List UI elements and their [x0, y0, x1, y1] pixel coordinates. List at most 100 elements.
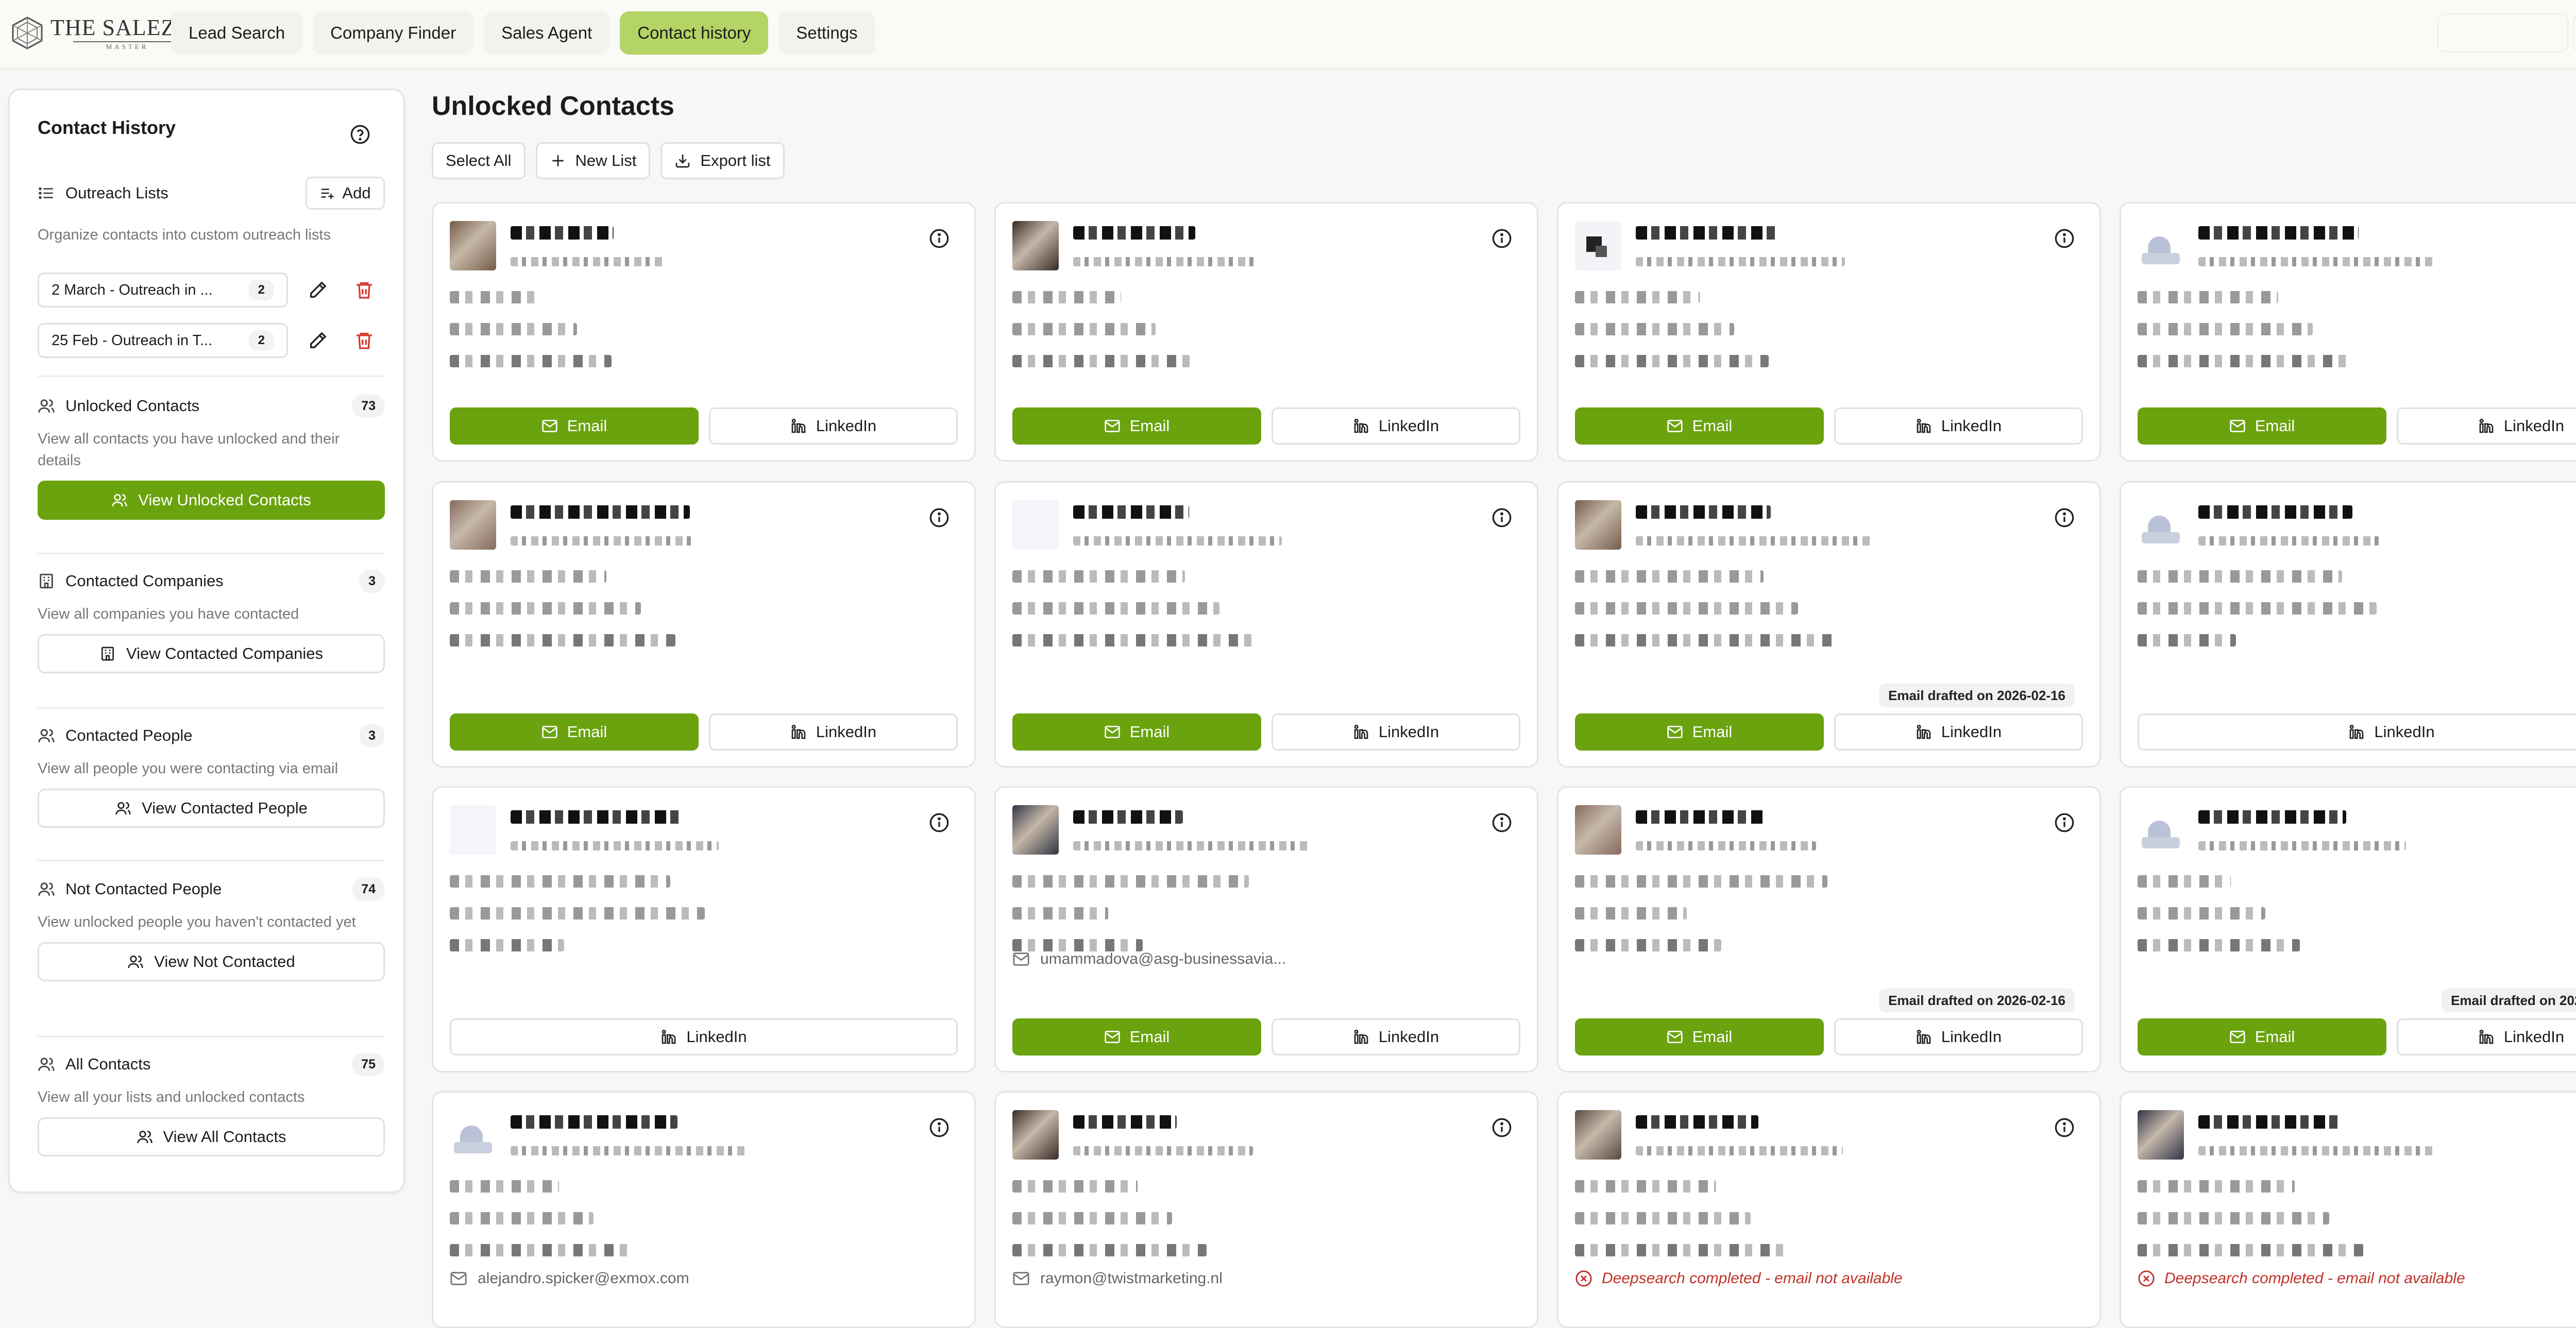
linkedin-button[interactable]: LinkedIn [1834, 407, 2083, 445]
users-icon [38, 882, 55, 896]
card-actions: Email LinkedIn [1012, 407, 1520, 445]
header-icon-button[interactable] [2573, 13, 2576, 53]
nav-sales-agent[interactable]: Sales Agent [484, 11, 610, 55]
email-button[interactable]: Email [1575, 713, 1824, 751]
help-icon[interactable] [350, 124, 370, 145]
linkedin-icon [1916, 418, 1932, 434]
redacted-title [1073, 257, 1255, 266]
info-icon[interactable] [929, 228, 950, 249]
avatar [2138, 1110, 2184, 1160]
page-title: Unlocked Contacts [432, 91, 674, 121]
info-icon[interactable] [2054, 812, 2075, 833]
linkedin-button[interactable]: LinkedIn [1272, 1018, 1520, 1055]
email-button-label: Email [2255, 417, 2295, 435]
contact-card[interactable]: Email LinkedIn [994, 481, 1538, 768]
view-unlocked-contacts-button[interactable]: View Unlocked Contacts [38, 481, 385, 520]
nav-contact-history[interactable]: Contact history [620, 11, 769, 55]
delete-icon[interactable] [354, 330, 375, 351]
select-all-button[interactable]: Select All [432, 142, 526, 179]
outreach-list-name: 2 March - Outreach in ... [52, 281, 213, 298]
info-icon[interactable] [1492, 1117, 1512, 1138]
avatar-placeholder [2138, 221, 2184, 270]
email-button[interactable]: Email [1012, 1018, 1261, 1055]
info-icon[interactable] [929, 1117, 950, 1138]
email-button-label: Email [1129, 723, 1170, 741]
header-action-button[interactable] [2437, 13, 2569, 53]
contact-card[interactable]: Email LinkedIn [2120, 202, 2576, 462]
nav-lead-search[interactable]: Lead Search [171, 11, 303, 55]
linkedin-icon [660, 1029, 677, 1045]
linkedin-button-label: LinkedIn [1941, 1028, 2002, 1046]
new-list-button[interactable]: New List [535, 142, 651, 179]
email-button[interactable]: Email [1012, 713, 1261, 751]
linkedin-button[interactable]: LinkedIn [1272, 713, 1520, 751]
view-contacted-companies-button[interactable]: View Contacted Companies [38, 634, 385, 673]
outreach-list-item[interactable]: 25 Feb - Outreach in T... 2 [38, 323, 385, 358]
info-icon[interactable] [1492, 228, 1512, 249]
linkedin-button-label: LinkedIn [1378, 417, 1439, 435]
info-icon[interactable] [929, 507, 950, 528]
nav-settings[interactable]: Settings [778, 11, 875, 55]
add-list-button[interactable]: Add [306, 177, 385, 210]
contact-card[interactable]: Email drafted on 2026-02-16 Email LinkedIn [2120, 786, 2576, 1072]
users-icon [38, 1058, 55, 1071]
contact-card[interactable]: alejandro.spicker@exmox.com [432, 1091, 976, 1328]
redacted-title [511, 257, 665, 266]
contact-card[interactable]: Email LinkedIn [432, 481, 976, 768]
linkedin-button[interactable]: LinkedIn [2397, 407, 2576, 445]
contact-card[interactable]: LinkedIn [2120, 481, 2576, 768]
redacted-name [511, 226, 614, 240]
contact-card[interactable]: Deepsearch completed - email not availab… [1557, 1091, 2101, 1328]
linkedin-button[interactable]: LinkedIn [2138, 713, 2576, 751]
redacted-title [511, 841, 719, 850]
users-icon [128, 956, 143, 968]
contact-card[interactable]: Email LinkedIn [994, 202, 1538, 462]
info-icon[interactable] [929, 812, 950, 833]
view-not-contacted-button[interactable]: View Not Contacted [38, 942, 385, 981]
email-button[interactable]: Email [450, 407, 699, 445]
info-icon[interactable] [2054, 228, 2075, 249]
info-icon[interactable] [1492, 812, 1512, 833]
view-all-contacts-button[interactable]: View All Contacts [38, 1117, 385, 1156]
linkedin-button-label: LinkedIn [816, 417, 877, 435]
email-button[interactable]: Email [2138, 1018, 2386, 1055]
contact-card[interactable]: umammadova@asg-businessavia... Email Linke… [994, 786, 1538, 1072]
mail-icon [541, 724, 558, 740]
info-icon[interactable] [2054, 1117, 2075, 1138]
outreach-list-item[interactable]: 2 March - Outreach in ... 2 [38, 273, 385, 308]
linkedin-button[interactable]: LinkedIn [1272, 407, 1520, 445]
users-icon [112, 494, 127, 507]
export-list-button[interactable]: Export list [660, 142, 785, 179]
view-contacted-people-button[interactable]: View Contacted People [38, 789, 385, 828]
plus-icon [552, 155, 564, 166]
redacted-detail [450, 291, 543, 303]
info-icon[interactable] [2054, 507, 2075, 528]
contact-card[interactable]: Email drafted on 2026-02-16 Email LinkedIn [1557, 786, 2101, 1072]
contact-card[interactable]: raymon@twistmarketing.nl [994, 1091, 1538, 1328]
email-button[interactable]: Email [2138, 407, 2386, 445]
email-button[interactable]: Email [1575, 1018, 1824, 1055]
delete-icon[interactable] [354, 280, 375, 300]
email-button[interactable]: Email [1575, 407, 1824, 445]
linkedin-button[interactable]: LinkedIn [709, 713, 958, 751]
email-button[interactable]: Email [450, 713, 699, 751]
contact-card[interactable]: Email LinkedIn [1557, 202, 2101, 462]
deepsearch-error-text: Deepsearch completed - email not availab… [2164, 1270, 2465, 1287]
email-button[interactable]: Email [1012, 407, 1261, 445]
redacted-detail [2138, 323, 2313, 335]
contact-card[interactable]: Deepsearch completed - email not availab… [2120, 1091, 2576, 1328]
linkedin-button[interactable]: LinkedIn [2397, 1018, 2576, 1055]
redacted-title [1636, 536, 1872, 546]
info-icon[interactable] [1492, 507, 1512, 528]
linkedin-button[interactable]: LinkedIn [450, 1018, 958, 1055]
edit-icon[interactable] [308, 280, 328, 300]
contact-card[interactable]: LinkedIn [432, 786, 976, 1072]
nav-company-finder[interactable]: Company Finder [313, 11, 474, 55]
linkedin-button[interactable]: LinkedIn [1834, 1018, 2083, 1055]
contact-card[interactable]: Email drafted on 2026-02-16 Email LinkedIn [1557, 481, 2101, 768]
linkedin-button[interactable]: LinkedIn [709, 407, 958, 445]
linkedin-button[interactable]: LinkedIn [1834, 713, 2083, 751]
app-logo[interactable]: THE SALEZ MASTER [10, 13, 181, 53]
edit-icon[interactable] [308, 330, 328, 351]
contact-card[interactable]: Email LinkedIn [432, 202, 976, 462]
